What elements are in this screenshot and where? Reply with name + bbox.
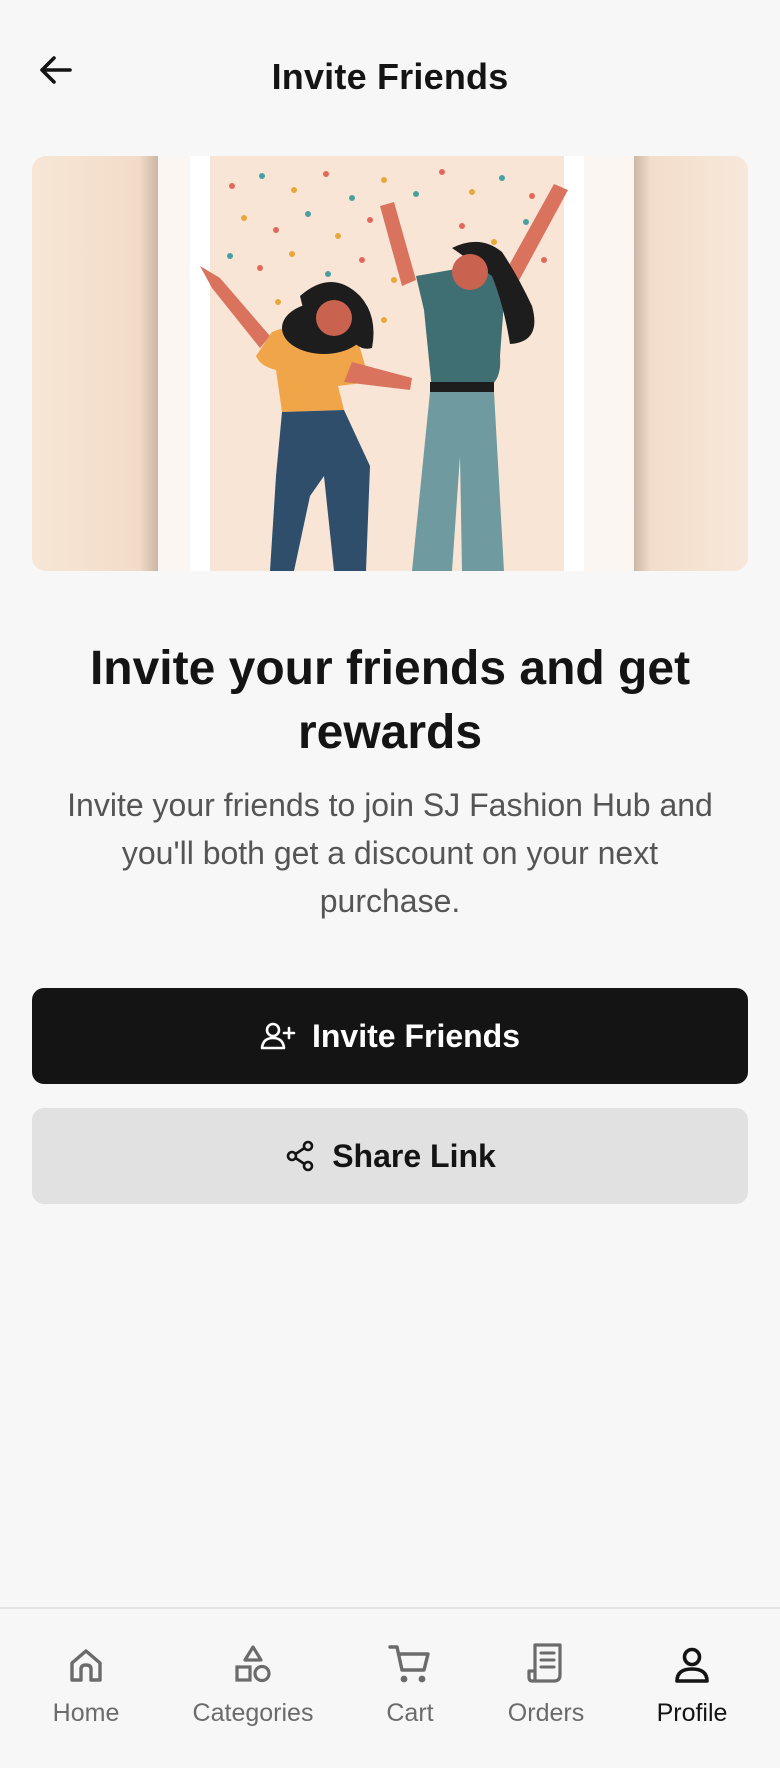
categories-icon: [232, 1639, 274, 1685]
orders-icon: [526, 1639, 566, 1685]
nav-label-categories: Categories: [192, 1699, 314, 1727]
profile-icon: [672, 1639, 712, 1685]
nav-label-home: Home: [52, 1699, 120, 1727]
home-icon: [66, 1639, 106, 1685]
page-title: Invite Friends: [271, 56, 509, 97]
description-text: Invite your friends to join SJ Fashion H…: [67, 787, 713, 919]
nav-label-cart: Cart: [386, 1699, 434, 1727]
nav-label-profile: Profile: [656, 1699, 728, 1727]
nav-item-home[interactable]: Home: [36, 1639, 136, 1728]
nav-item-cart[interactable]: Cart: [370, 1639, 450, 1728]
hero-illustration: [32, 156, 748, 571]
nav-label-orders: Orders: [507, 1699, 585, 1727]
invite-friends-label: Invite Friends: [311, 1017, 521, 1054]
invite-friends-button[interactable]: Invite Friends: [32, 988, 748, 1084]
bottom-navigation: Home Categories Cart Orders Profile: [0, 1607, 780, 1768]
share-link-button[interactable]: Share Link: [32, 1108, 748, 1204]
nav-item-categories[interactable]: Categories: [186, 1639, 320, 1728]
user-plus-icon: [260, 1020, 296, 1052]
headline: Invite your friends and get rewards: [89, 642, 691, 759]
cart-icon: [388, 1639, 432, 1685]
nav-item-orders[interactable]: Orders: [500, 1639, 592, 1728]
share-icon: [284, 1140, 316, 1172]
share-link-label: Share Link: [332, 1137, 496, 1174]
nav-item-profile[interactable]: Profile: [644, 1639, 740, 1728]
app-header: Invite Friends: [0, 0, 780, 150]
